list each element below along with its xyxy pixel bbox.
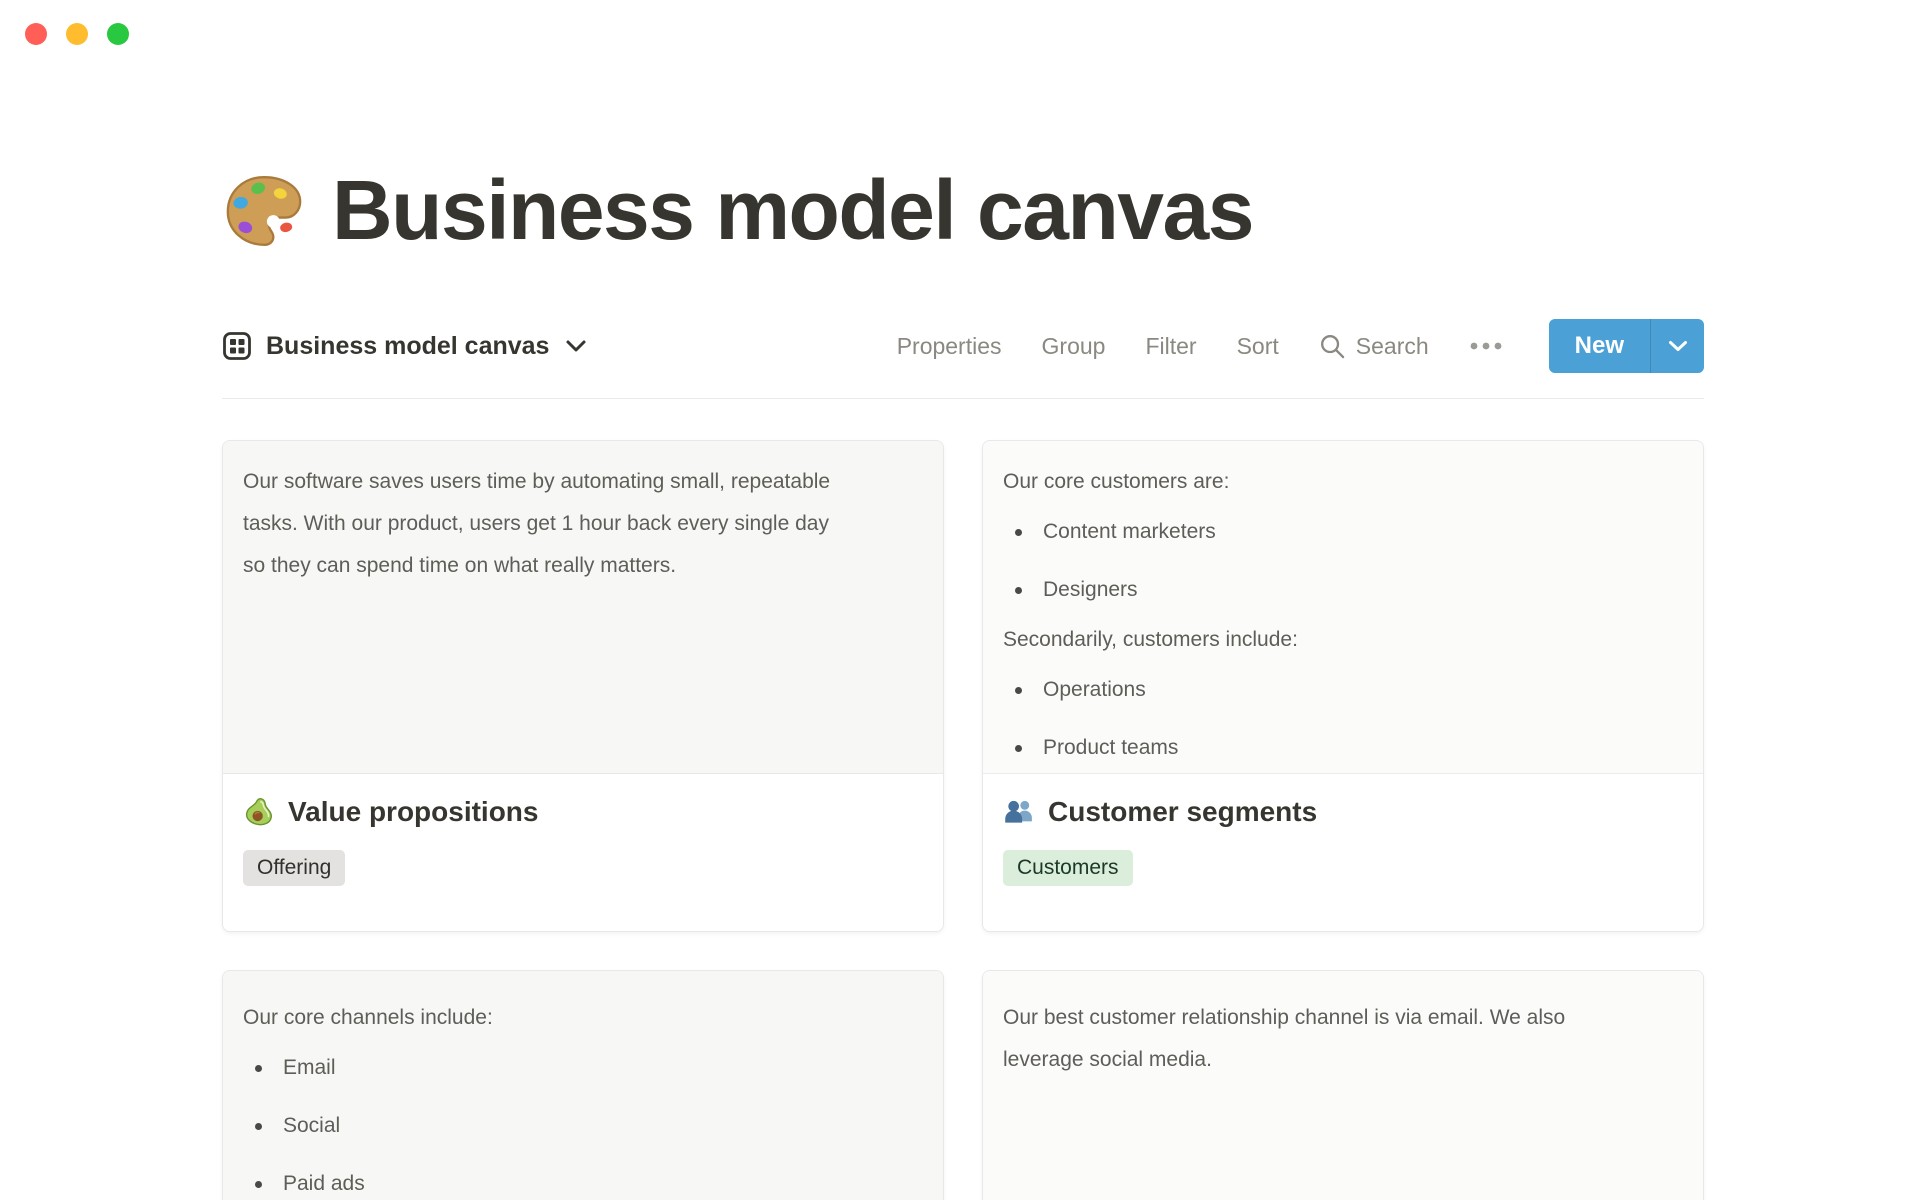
search-icon xyxy=(1319,333,1346,360)
card-title: Value propositions xyxy=(288,796,539,827)
new-button[interactable]: New xyxy=(1548,319,1650,373)
zoom-button[interactable] xyxy=(107,23,129,45)
card-channels[interactable]: Our core channels include: Email Social … xyxy=(222,970,944,1200)
preview-bullet-item: Designers xyxy=(1003,561,1683,619)
ellipsis-icon xyxy=(1469,341,1503,351)
bullet-icon xyxy=(255,1180,262,1188)
close-button[interactable] xyxy=(25,23,47,45)
bullet-icon xyxy=(1015,686,1022,694)
chevron-down-icon xyxy=(565,339,587,353)
chevron-down-white-icon xyxy=(1668,340,1688,352)
bullet-icon xyxy=(1015,744,1022,752)
bullet-icon xyxy=(1015,586,1022,594)
view-name: Business model canvas xyxy=(266,331,550,360)
search-label: Search xyxy=(1355,332,1429,359)
group-button[interactable]: Group xyxy=(1042,333,1106,360)
preview-paragraph: Our core customers are: xyxy=(1003,470,1230,493)
card-customer-segments[interactable]: Our core customers are: Content marketer… xyxy=(982,440,1704,932)
card-value-propositions[interactable]: Our software saves users time by automat… xyxy=(222,440,944,932)
new-dropdown-button[interactable] xyxy=(1650,319,1704,373)
avocado-icon xyxy=(243,796,275,828)
preview-bullet-item: Operations xyxy=(1003,661,1683,719)
properties-button[interactable]: Properties xyxy=(897,333,1002,360)
notion-window: Business model canvas Business model can… xyxy=(0,0,1920,1200)
preview-bullet-item: Paid ads xyxy=(243,1155,923,1200)
preview-paragraph: Our core channels include: xyxy=(243,1006,493,1029)
filter-button[interactable]: Filter xyxy=(1145,333,1196,360)
card-customer-relationships[interactable]: Our best customer relationship channel i… xyxy=(982,970,1704,1200)
preview-bullet-item: Social xyxy=(243,1097,923,1155)
page-title[interactable]: Business model canvas xyxy=(332,162,1254,259)
card-footer: Customer segments Customers xyxy=(983,774,1703,931)
gallery-view-icon xyxy=(222,331,252,361)
more-button[interactable] xyxy=(1469,341,1503,351)
preview-bullet-item: Email xyxy=(243,1039,923,1097)
toolbar-divider xyxy=(222,398,1704,399)
gallery-view: Our software saves users time by automat… xyxy=(222,440,1704,1200)
preview-paragraph: Our best customer relationship channel i… xyxy=(1003,1006,1566,1071)
card-preview: Our core channels include: Email Social … xyxy=(223,971,943,1200)
search-button[interactable]: Search xyxy=(1319,333,1429,360)
tag-customers: Customers xyxy=(1003,850,1133,886)
card-preview: Our software saves users time by automat… xyxy=(223,441,943,774)
busts-in-silhouette-icon xyxy=(1003,796,1035,828)
preview-paragraph: Our software saves users time by automat… xyxy=(243,470,831,577)
sort-button[interactable]: Sort xyxy=(1237,333,1279,360)
preview-bullet-item: Content marketers xyxy=(1003,503,1683,561)
view-bar: Business model canvas Properties Group F… xyxy=(222,316,1704,376)
bullet-icon xyxy=(1015,528,1022,536)
card-footer: Value propositions Offering xyxy=(223,774,943,931)
card-title: Customer segments xyxy=(1048,796,1318,827)
window-controls xyxy=(25,23,129,45)
new-split-button: New xyxy=(1548,319,1704,373)
tag-offering: Offering xyxy=(243,850,346,886)
card-preview: Our core customers are: Content marketer… xyxy=(983,441,1703,774)
toolbar: Properties Group Filter Sort Search New xyxy=(897,319,1704,373)
page-header: Business model canvas xyxy=(222,162,1254,259)
card-preview: Our best customer relationship channel i… xyxy=(983,971,1703,1200)
view-selector[interactable]: Business model canvas xyxy=(222,331,587,361)
palette-icon[interactable] xyxy=(222,169,306,253)
bullet-icon xyxy=(255,1064,262,1072)
preview-bullet-item: Product teams xyxy=(1003,719,1683,777)
preview-paragraph: Secondarily, customers include: xyxy=(1003,628,1298,651)
bullet-icon xyxy=(255,1122,262,1130)
minimize-button[interactable] xyxy=(66,23,88,45)
